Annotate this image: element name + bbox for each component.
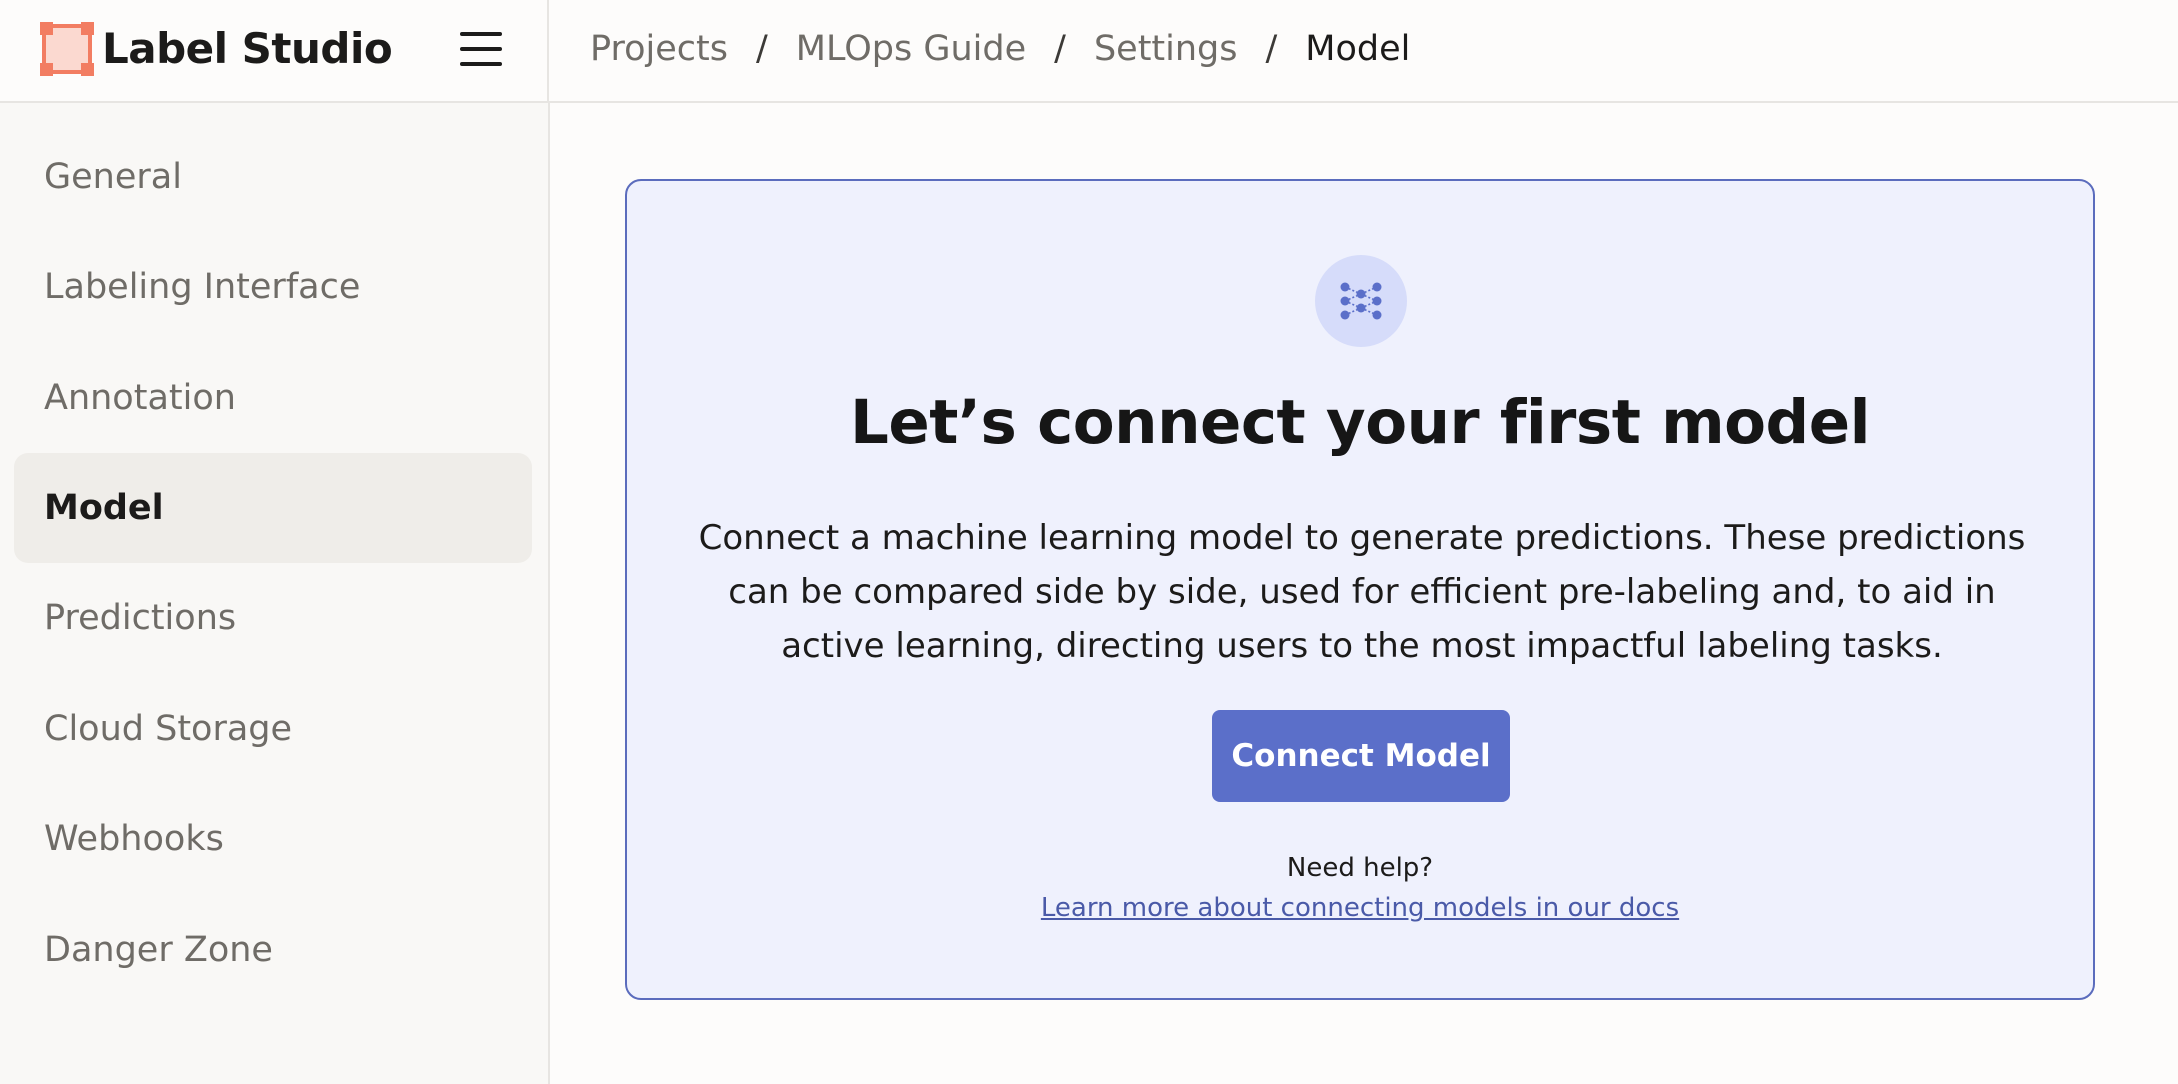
sidebar-item-annotation[interactable]: Annotation (14, 343, 532, 453)
help-text: Need help? (1286, 853, 1434, 883)
app-name: Label Studio (102, 24, 393, 73)
sidebar-item-webhooks[interactable]: Webhooks (14, 784, 532, 894)
settings-sidebar: General Labeling Interface Annotation Mo… (0, 103, 550, 1084)
connect-model-button[interactable]: Connect Model (1212, 710, 1510, 802)
docs-link[interactable]: Learn more about connecting models in ou… (1041, 893, 1679, 923)
sidebar-item-labeling-interface[interactable]: Labeling Interface (14, 232, 532, 342)
breadcrumb-settings[interactable]: Settings (1094, 29, 1238, 69)
sidebar-item-predictions[interactable]: Predictions (14, 563, 532, 673)
brand-area: Label Studio (0, 0, 549, 101)
connect-model-card: Let’s connect your first model Connect a… (625, 179, 2095, 1000)
breadcrumb-separator: / (1054, 29, 1066, 69)
sidebar-item-general[interactable]: General (14, 122, 532, 232)
top-header: Label Studio Projects / MLOps Guide / Se… (0, 0, 2178, 103)
neural-network-icon (1315, 255, 1407, 347)
breadcrumb-current: Model (1305, 29, 1411, 69)
hamburger-menu-icon[interactable] (458, 28, 504, 70)
breadcrumb: Projects / MLOps Guide / Settings / Mode… (590, 22, 1410, 76)
card-title: Let’s connect your first model (849, 387, 1871, 458)
card-description: Connect a machine learning model to gene… (698, 518, 2026, 666)
breadcrumb-separator: / (1265, 29, 1278, 69)
label-studio-logo-icon (40, 22, 94, 76)
sidebar-item-cloud-storage[interactable]: Cloud Storage (14, 674, 532, 784)
sidebar-item-model[interactable]: Model (14, 453, 532, 563)
sidebar-item-danger-zone[interactable]: Danger Zone (14, 895, 532, 1005)
breadcrumb-separator: / (755, 29, 768, 69)
breadcrumb-projects[interactable]: Projects (590, 29, 728, 69)
breadcrumb-project[interactable]: MLOps Guide (796, 29, 1026, 69)
help-link-container: Learn more about connecting models in ou… (627, 893, 2093, 923)
